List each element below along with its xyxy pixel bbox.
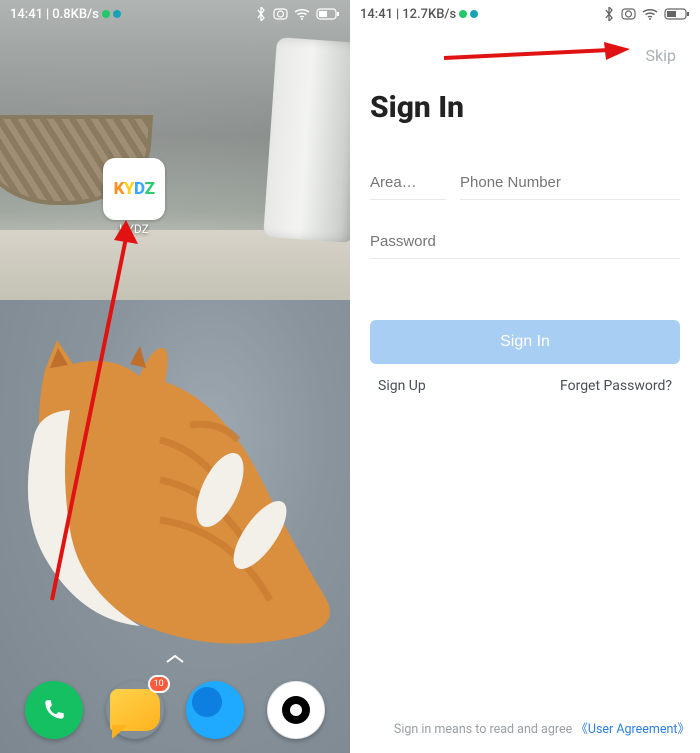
skip-button[interactable]: Skip bbox=[646, 46, 676, 65]
wifi-icon bbox=[642, 8, 658, 20]
bluetooth-icon bbox=[255, 7, 267, 21]
phone-number-field[interactable] bbox=[460, 166, 680, 200]
status-speed: 12.7KB/s bbox=[402, 7, 456, 22]
password-field[interactable] bbox=[370, 225, 680, 259]
wifi-icon bbox=[294, 8, 310, 20]
forget-password-link[interactable]: Forget Password? bbox=[560, 378, 672, 394]
user-agreement-link[interactable]: 《User Agreement》 bbox=[575, 722, 690, 737]
annotation-arrow-icon bbox=[442, 40, 632, 66]
dock-browser-icon[interactable] bbox=[186, 681, 244, 739]
home-pager-icon[interactable] bbox=[0, 653, 350, 665]
kydz-app-label: KYDZ bbox=[103, 222, 165, 236]
status-dot-green-icon bbox=[459, 10, 467, 18]
status-speed: 0.8KB/s bbox=[52, 7, 99, 22]
kydz-app-icon[interactable]: KYDZ bbox=[103, 158, 165, 220]
battery-icon bbox=[664, 8, 690, 20]
status-bar: 14:41 | 12.7KB/s bbox=[350, 0, 700, 28]
status-dot-teal-icon bbox=[113, 10, 121, 18]
sign-up-link[interactable]: Sign Up bbox=[378, 378, 426, 394]
agreement-text: Sign in means to read and agree 《User Ag… bbox=[350, 718, 690, 737]
alarm-icon bbox=[621, 8, 636, 20]
dock: 10 bbox=[0, 681, 350, 739]
status-time: 14:41 bbox=[360, 7, 393, 22]
alarm-icon bbox=[273, 8, 288, 20]
signin-screen: 14:41 | 12.7KB/s Sk bbox=[350, 0, 700, 753]
bluetooth-icon bbox=[603, 7, 615, 21]
status-dot-teal-icon bbox=[470, 10, 478, 18]
page-title: Sign In bbox=[370, 90, 464, 125]
status-dot-green-icon bbox=[102, 10, 110, 18]
dock-phone-icon[interactable] bbox=[25, 681, 83, 739]
messages-badge: 10 bbox=[148, 675, 170, 693]
dock-messages-icon[interactable]: 10 bbox=[106, 681, 164, 739]
home-screen: 14:41 | 0.8KB/s bbox=[0, 0, 350, 753]
battery-icon bbox=[316, 8, 340, 20]
area-code-field[interactable] bbox=[370, 166, 446, 200]
sign-in-button[interactable]: Sign In bbox=[370, 320, 680, 364]
dock-camera-icon[interactable] bbox=[267, 681, 325, 739]
wallpaper-cat bbox=[10, 330, 350, 650]
wallpaper-chair bbox=[263, 37, 350, 243]
status-time: 14:41 bbox=[10, 7, 43, 22]
status-bar: 14:41 | 0.8KB/s bbox=[0, 0, 350, 28]
